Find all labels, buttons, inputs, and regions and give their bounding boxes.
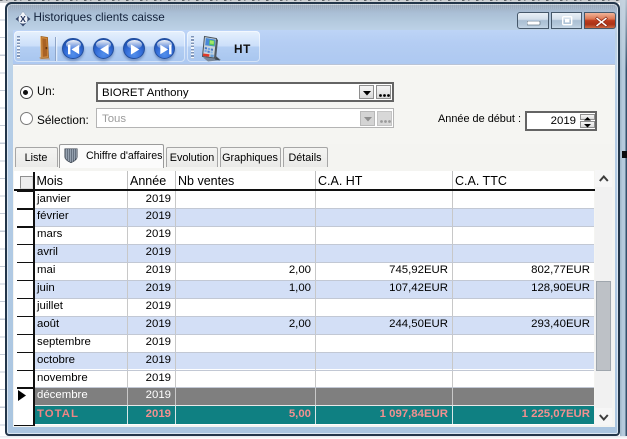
svg-text:X: X — [20, 14, 26, 24]
